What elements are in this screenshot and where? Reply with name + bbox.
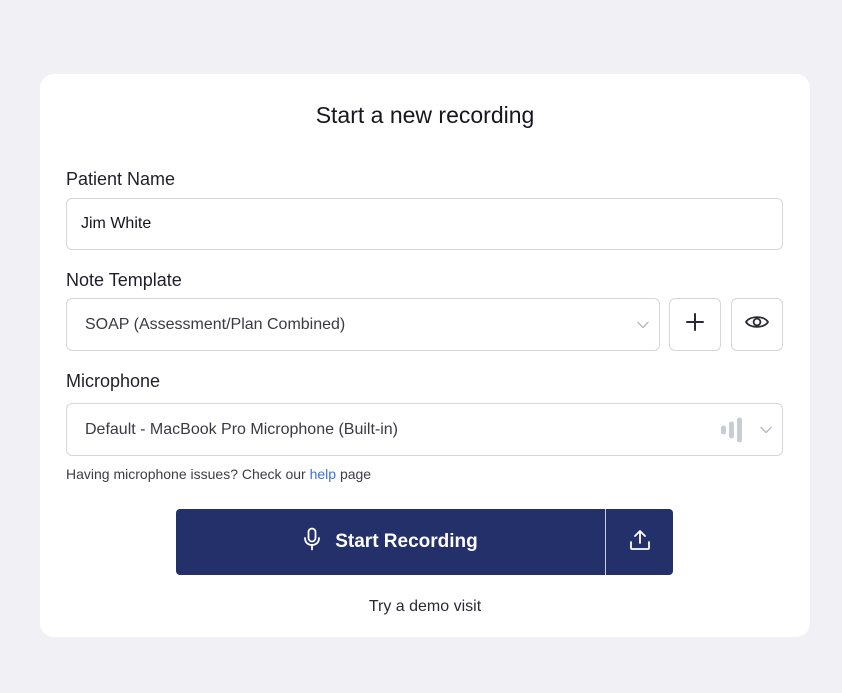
microphone-label: Microphone xyxy=(66,371,161,391)
microphone-icon xyxy=(303,527,321,557)
help-prefix: Having microphone issues? Check our xyxy=(66,466,306,482)
note-template-value: SOAP (Assessment/Plan Combined) xyxy=(85,315,346,333)
upload-audio-button[interactable] xyxy=(606,509,673,575)
start-recording-label: Start Recording xyxy=(335,531,478,552)
plus-icon xyxy=(685,312,705,337)
microphone-help-text: Having microphone issues? Check our help… xyxy=(66,466,371,482)
start-recording-button[interactable]: Start Recording xyxy=(176,509,606,575)
note-template-select[interactable]: SOAP (Assessment/Plan Combined) xyxy=(66,298,660,351)
note-template-label: Note Template xyxy=(66,270,182,290)
audio-level-icon xyxy=(721,417,742,442)
card-title: Start a new recording xyxy=(315,102,535,128)
new-recording-card: Start a new recording Patient Name Jim W… xyxy=(40,74,810,637)
add-template-button[interactable] xyxy=(669,298,721,351)
help-link[interactable]: help xyxy=(310,466,336,482)
patient-name-input[interactable]: Jim White xyxy=(66,198,783,250)
patient-name-label: Patient Name xyxy=(66,169,176,189)
patient-name-value: Jim White xyxy=(81,215,152,232)
chevron-down-icon xyxy=(760,424,772,436)
recording-button-group: Start Recording xyxy=(176,509,673,575)
preview-template-button[interactable] xyxy=(731,298,783,351)
demo-visit-link[interactable]: Try a demo visit xyxy=(40,598,810,616)
chevron-down-icon xyxy=(637,319,649,331)
microphone-select[interactable]: Default - MacBook Pro Microphone (Built-… xyxy=(66,403,783,456)
help-suffix: page xyxy=(339,466,372,482)
eye-icon xyxy=(744,313,770,336)
upload-icon xyxy=(629,529,651,556)
microphone-value: Default - MacBook Pro Microphone (Built-… xyxy=(85,420,399,438)
